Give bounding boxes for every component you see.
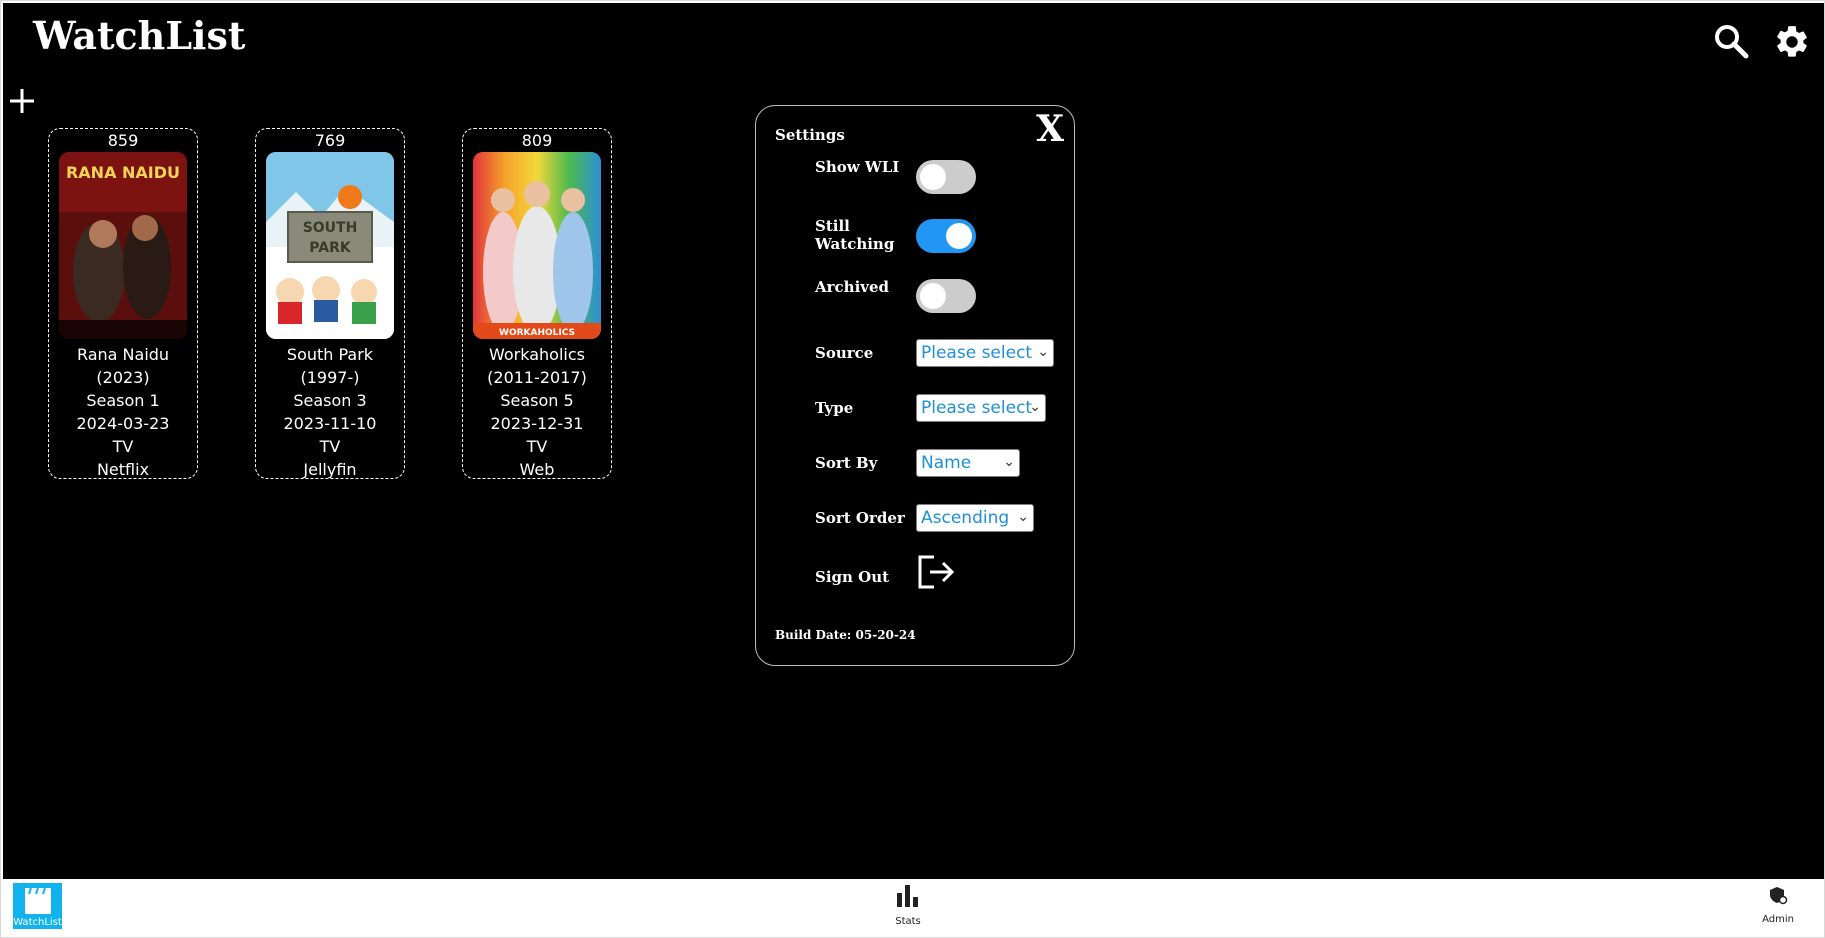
app-title: WatchList bbox=[33, 13, 246, 58]
nav-watchlist[interactable]: WatchList bbox=[13, 883, 62, 929]
show-wli-label: Show WLI bbox=[815, 158, 900, 176]
card-poster[interactable]: RANA NAIDU bbox=[59, 152, 187, 339]
sort-by-label: Sort By bbox=[815, 454, 878, 472]
archived-toggle[interactable] bbox=[916, 279, 976, 313]
card-source: Jellyfin bbox=[303, 460, 357, 479]
card-type: TV bbox=[526, 437, 548, 456]
watchlist-card[interactable]: 769 SOUTH PARK South Park (1997-) Season… bbox=[255, 128, 405, 479]
nav-watchlist-label: WatchList bbox=[13, 917, 62, 928]
nav-admin[interactable]: Admin bbox=[1738, 879, 1818, 935]
svg-text:WORKAHOLICS: WORKAHOLICS bbox=[499, 328, 575, 338]
source-select-value: Please select bbox=[921, 343, 1033, 363]
card-source: Web bbox=[519, 460, 555, 479]
gear-icon[interactable] bbox=[1773, 23, 1811, 65]
type-label: Type bbox=[815, 399, 854, 417]
card-years: (2023) bbox=[96, 368, 150, 387]
nav-admin-label: Admin bbox=[1762, 914, 1794, 925]
clapperboard-icon bbox=[24, 887, 51, 914]
toggle-knob bbox=[920, 283, 946, 309]
still-watching-label: Still Watching bbox=[815, 217, 895, 253]
sort-by-select[interactable]: Name ⌄ bbox=[916, 449, 1020, 477]
watchlist-card[interactable]: 859 RANA NAIDU Rana Naidu (2023) Season … bbox=[48, 128, 198, 479]
source-select[interactable]: Please select ⌄ bbox=[916, 339, 1054, 367]
settings-panel: X Settings Show WLI Still Watching Archi… bbox=[755, 105, 1075, 666]
archived-label: Archived bbox=[815, 278, 890, 296]
card-count: 859 bbox=[107, 131, 139, 150]
chevron-down-icon: ⌄ bbox=[1003, 454, 1015, 470]
source-label: Source bbox=[815, 344, 874, 362]
nav-stats-label: Stats bbox=[895, 916, 921, 927]
card-title: South Park bbox=[286, 345, 374, 364]
add-button[interactable] bbox=[7, 85, 37, 119]
svg-text:SOUTH: SOUTH bbox=[303, 220, 358, 236]
card-years: (1997-) bbox=[300, 368, 360, 387]
card-date: 2024-03-23 bbox=[76, 414, 170, 433]
nav-stats[interactable]: Stats bbox=[868, 879, 948, 935]
card-season: Season 5 bbox=[500, 391, 574, 410]
sort-order-label: Sort Order bbox=[815, 509, 905, 527]
card-source: Netflix bbox=[96, 460, 150, 479]
card-years: (2011-2017) bbox=[487, 368, 587, 387]
admin-shield-icon bbox=[1770, 887, 1788, 905]
sign-out-label: Sign Out bbox=[815, 568, 890, 586]
chevron-down-icon: ⌄ bbox=[1029, 399, 1041, 415]
card-season: Season 3 bbox=[293, 391, 367, 410]
chevron-down-icon: ⌄ bbox=[1017, 509, 1029, 525]
card-poster[interactable]: SOUTH PARK bbox=[266, 152, 394, 339]
toggle-knob bbox=[946, 223, 972, 249]
sort-by-select-value: Name bbox=[921, 453, 972, 473]
toggle-knob bbox=[920, 164, 946, 190]
build-date: Build Date: 05-20-24 bbox=[775, 628, 916, 642]
bottom-nav: WatchList Stats Admin bbox=[8, 879, 1824, 935]
card-poster[interactable]: WORKAHOLICS bbox=[473, 152, 601, 339]
search-icon[interactable] bbox=[1713, 23, 1749, 63]
chevron-down-icon: ⌄ bbox=[1037, 344, 1049, 360]
close-button[interactable]: X bbox=[1036, 108, 1064, 150]
show-wli-toggle[interactable] bbox=[916, 160, 976, 194]
card-season: Season 1 bbox=[86, 391, 160, 410]
main-area: WatchList 859 RANA NAIDU Rana Naidu (202… bbox=[3, 3, 1824, 879]
card-type: TV bbox=[319, 437, 341, 456]
svg-text:PARK: PARK bbox=[309, 240, 352, 256]
card-date: 2023-11-10 bbox=[283, 414, 377, 433]
type-select[interactable]: Please select ⌄ bbox=[916, 394, 1046, 422]
sort-order-select-value: Ascending bbox=[921, 508, 1010, 528]
card-count: 769 bbox=[314, 131, 346, 150]
app-frame: WatchList 859 RANA NAIDU Rana Naidu (202… bbox=[0, 0, 1825, 938]
card-date: 2023-12-31 bbox=[490, 414, 584, 433]
settings-title: Settings bbox=[775, 126, 845, 144]
card-title: Workaholics bbox=[489, 345, 585, 364]
watchlist-card[interactable]: 809 WORKAHOLICS Workaholics (2011-2017) … bbox=[462, 128, 612, 479]
sort-order-select[interactable]: Ascending ⌄ bbox=[916, 504, 1034, 532]
type-select-value: Please select bbox=[921, 398, 1033, 418]
sign-out-icon[interactable] bbox=[916, 554, 956, 594]
still-watching-toggle[interactable] bbox=[916, 219, 976, 253]
svg-text:RANA NAIDU: RANA NAIDU bbox=[66, 163, 180, 182]
card-title: Rana Naidu bbox=[76, 345, 170, 364]
card-type: TV bbox=[112, 437, 134, 456]
card-count: 809 bbox=[521, 131, 553, 150]
bar-chart-icon bbox=[897, 885, 918, 907]
